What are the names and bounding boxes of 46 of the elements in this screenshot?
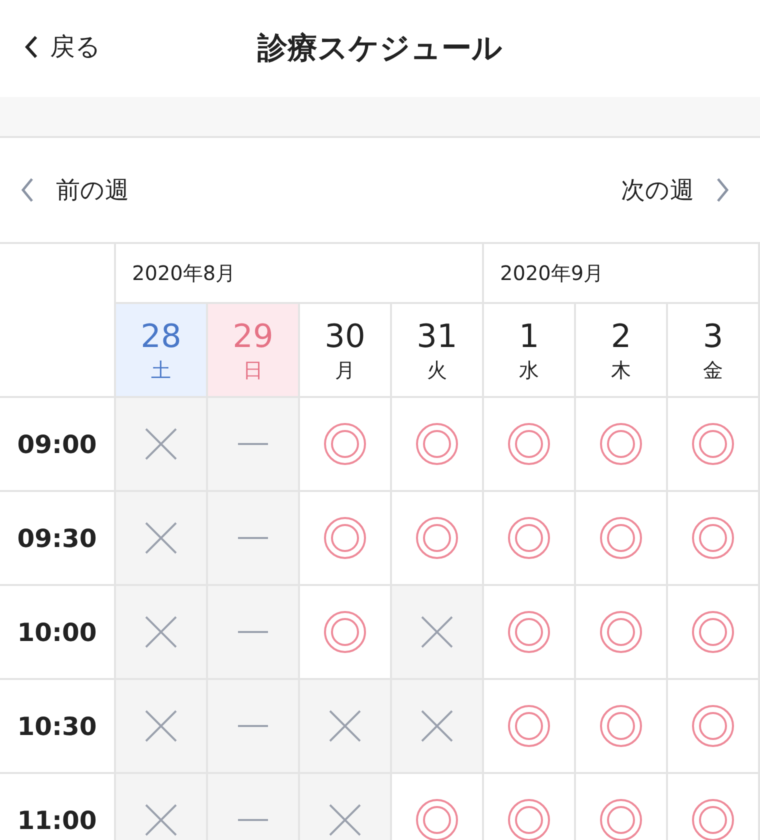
date-header: 29 日: [208, 304, 300, 398]
double-circle-icon[interactable]: [691, 704, 735, 748]
double-circle-icon[interactable]: [415, 516, 459, 560]
dash-icon: [238, 725, 268, 727]
date-header: 2 木: [576, 304, 668, 398]
double-circle-icon[interactable]: [507, 516, 551, 560]
double-circle-icon[interactable]: [599, 422, 643, 466]
dash-icon: [238, 819, 268, 821]
month-label: 2020年9月: [484, 244, 760, 304]
double-circle-icon[interactable]: [323, 516, 367, 560]
dash-icon: [238, 631, 268, 633]
page-title: 診療スケジュール: [258, 30, 502, 68]
cross-icon: [329, 804, 361, 836]
cross-icon: [145, 710, 177, 742]
chevron-right-icon: [716, 177, 730, 203]
cross-icon: [145, 616, 177, 648]
date-header: 31 火: [392, 304, 484, 398]
previous-week-button[interactable]: 前の週: [20, 174, 129, 206]
date-header: 28 土: [116, 304, 208, 398]
double-circle-icon[interactable]: [323, 422, 367, 466]
cross-icon: [421, 710, 453, 742]
double-circle-icon[interactable]: [507, 704, 551, 748]
double-circle-icon[interactable]: [507, 610, 551, 654]
double-circle-icon[interactable]: [599, 704, 643, 748]
dash-icon: [238, 537, 268, 539]
cross-icon: [145, 522, 177, 554]
dash-icon: [238, 443, 268, 445]
cross-icon: [145, 428, 177, 460]
double-circle-icon[interactable]: [691, 516, 735, 560]
double-circle-icon[interactable]: [415, 422, 459, 466]
cross-icon: [145, 804, 177, 836]
back-button[interactable]: 戻る: [24, 30, 101, 63]
date-header: 1 水: [484, 304, 576, 398]
double-circle-icon[interactable]: [599, 516, 643, 560]
cross-icon: [421, 616, 453, 648]
next-week-button[interactable]: 次の週: [621, 174, 730, 206]
double-circle-icon[interactable]: [691, 610, 735, 654]
cross-icon: [329, 710, 361, 742]
chevron-left-icon: [20, 177, 34, 203]
double-circle-icon[interactable]: [323, 610, 367, 654]
double-circle-icon[interactable]: [507, 422, 551, 466]
double-circle-icon[interactable]: [691, 422, 735, 466]
date-header: 3 金: [668, 304, 760, 398]
double-circle-icon[interactable]: [599, 610, 643, 654]
date-header: 30 月: [300, 304, 392, 398]
chevron-left-icon: [24, 34, 38, 58]
